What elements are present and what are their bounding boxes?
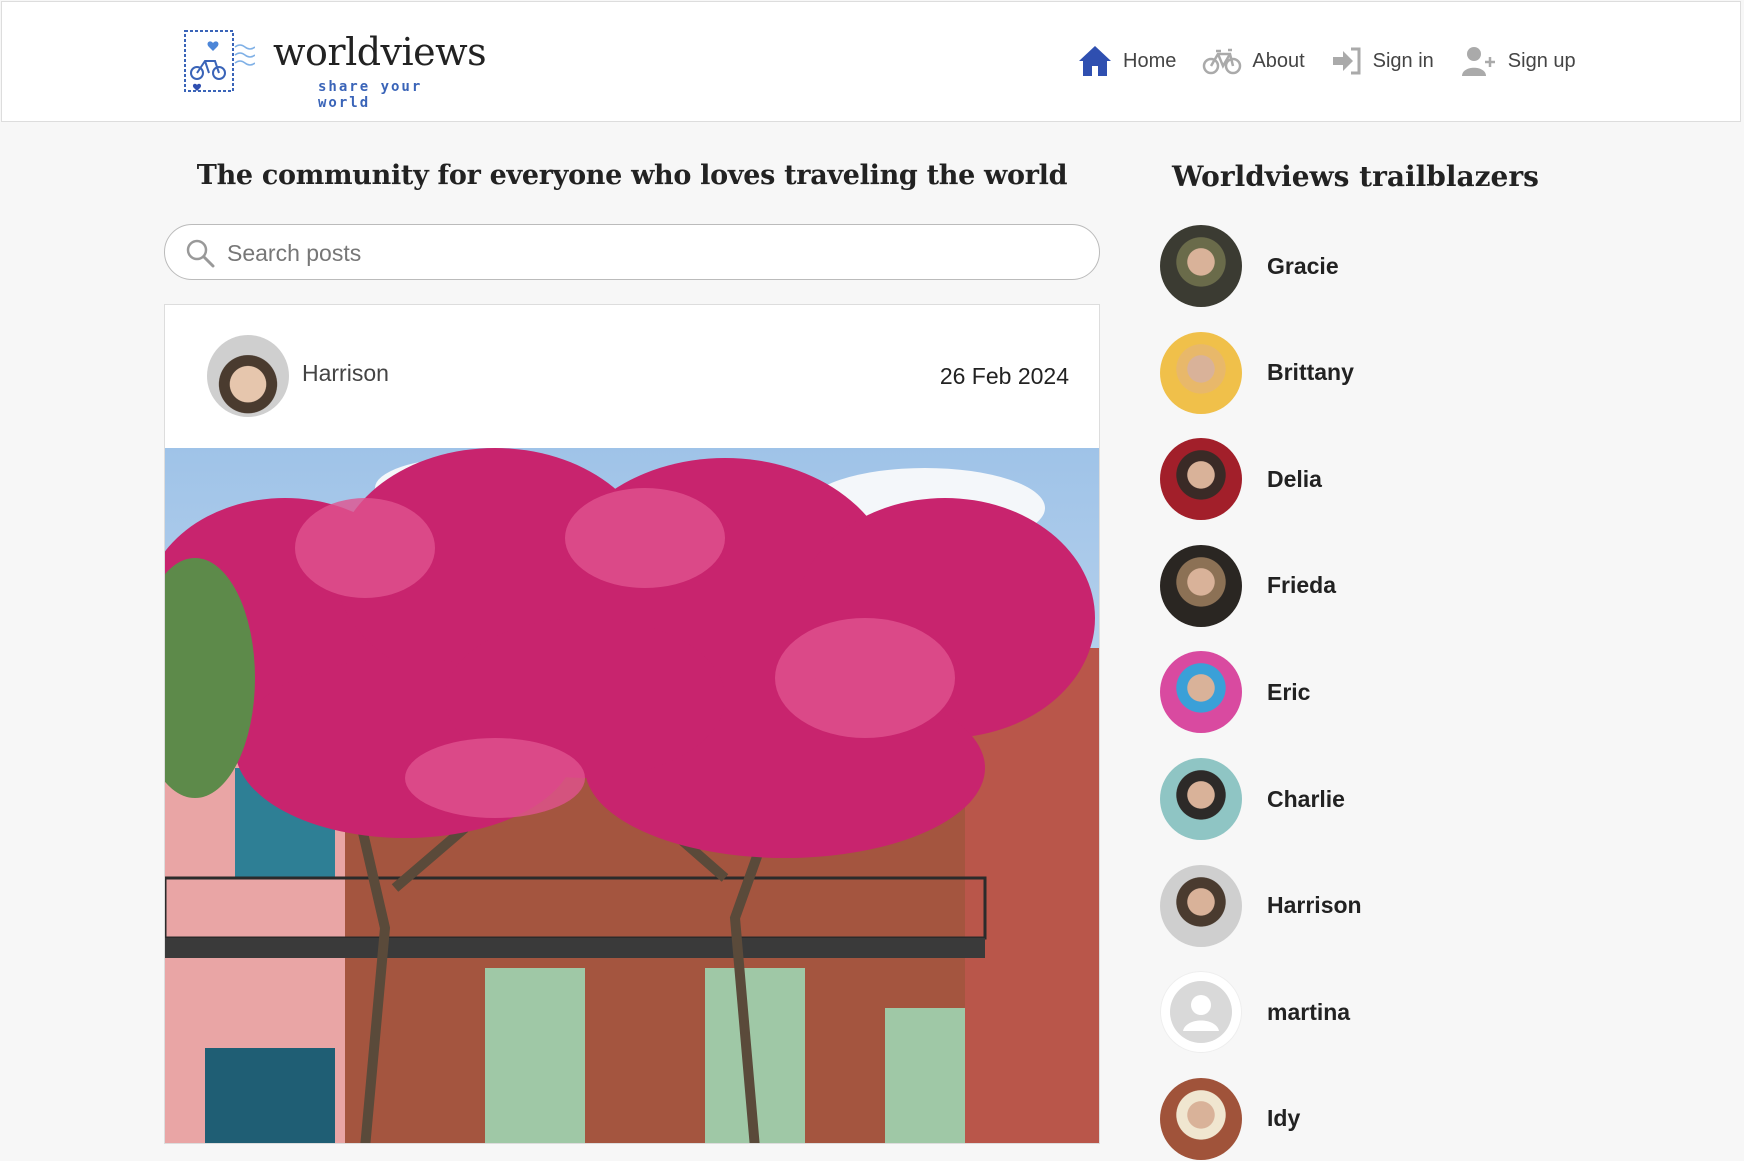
trailblazer-item[interactable]: martina — [1160, 970, 1540, 1054]
trailblazer-name[interactable]: Frieda — [1267, 572, 1336, 599]
avatar[interactable] — [1160, 651, 1242, 734]
search-icon — [186, 239, 215, 268]
search-bar[interactable] — [164, 224, 1100, 280]
trailblazer-name[interactable]: Charlie — [1267, 786, 1345, 813]
avatar[interactable] — [1160, 544, 1242, 627]
post-date: 26 Feb 2024 — [939, 363, 1069, 389]
post-author-name[interactable]: Harrison — [302, 360, 389, 387]
sidebar-title: Worldviews trailblazers — [1172, 160, 1539, 193]
trailblazer-item[interactable]: Charlie — [1160, 757, 1540, 841]
nav-home[interactable]: Home — [1077, 44, 1176, 78]
page-tagline: The community for everyone who loves tra… — [196, 160, 1068, 191]
main-nav: Home About Sign in Sign up — [1077, 44, 1602, 78]
avatar[interactable] — [1160, 225, 1242, 307]
site-logo[interactable]: worldviews share your world — [183, 27, 487, 111]
trailblazer-name[interactable]: Gracie — [1267, 253, 1339, 280]
trailblazer-name[interactable]: Brittany — [1267, 359, 1354, 386]
search-input[interactable] — [225, 233, 1079, 273]
post-author-avatar[interactable] — [207, 335, 289, 417]
sidebar: Worldviews trailblazers Gracie Brittany De… — [1160, 148, 1560, 1160]
trailblazer-item[interactable]: Frieda — [1160, 544, 1540, 628]
nav-about[interactable]: About — [1202, 46, 1305, 76]
post-photo[interactable] — [165, 448, 1100, 1144]
stamp-bicycle-logo-icon — [184, 30, 255, 92]
post-card[interactable]: Harrison 26 Feb 2024 — [164, 304, 1100, 1144]
trailblazer-item[interactable]: Delia — [1160, 437, 1540, 521]
bicycle-icon — [1203, 48, 1242, 75]
trailblazer-name[interactable]: Harrison — [1267, 892, 1362, 919]
avatar[interactable] — [1160, 864, 1242, 947]
trailblazer-name[interactable]: Idy — [1267, 1105, 1300, 1132]
default-user-icon — [1170, 981, 1232, 1044]
nav-sign-up[interactable]: Sign up — [1460, 45, 1576, 77]
trailblazer-name[interactable]: martina — [1267, 999, 1350, 1026]
trailblazer-name[interactable]: Delia — [1267, 466, 1322, 493]
nav-sign-in[interactable]: Sign in — [1331, 46, 1434, 76]
logo-title: worldviews — [273, 30, 487, 74]
trailblazer-item[interactable]: Brittany — [1160, 331, 1540, 415]
avatar[interactable] — [1160, 758, 1242, 840]
avatar[interactable] — [1160, 438, 1242, 521]
nav-home-label: Home — [1123, 49, 1177, 72]
user-plus-icon — [1461, 47, 1495, 76]
trailblazer-name[interactable]: Eric — [1267, 679, 1310, 706]
trailblazer-item[interactable]: Harrison — [1160, 864, 1540, 948]
trailblazer-item[interactable]: Gracie — [1160, 224, 1540, 308]
logo-tagline: share your world — [318, 79, 423, 111]
nav-sign-in-label: Sign in — [1372, 49, 1434, 72]
sign-in-icon — [1332, 47, 1361, 75]
nav-sign-up-label: Sign up — [1507, 49, 1576, 72]
avatar[interactable] — [1160, 1077, 1242, 1160]
main-column: The community for everyone who loves tra… — [164, 148, 1100, 1144]
site-header: worldviews share your world Home About S… — [1, 1, 1741, 122]
avatar[interactable] — [1160, 971, 1242, 1054]
nav-about-label: About — [1252, 49, 1305, 72]
trailblazer-item[interactable]: Eric — [1160, 650, 1540, 734]
trailblazer-item[interactable]: Idy — [1160, 1077, 1540, 1161]
home-icon — [1079, 46, 1111, 76]
avatar[interactable] — [1160, 331, 1242, 414]
